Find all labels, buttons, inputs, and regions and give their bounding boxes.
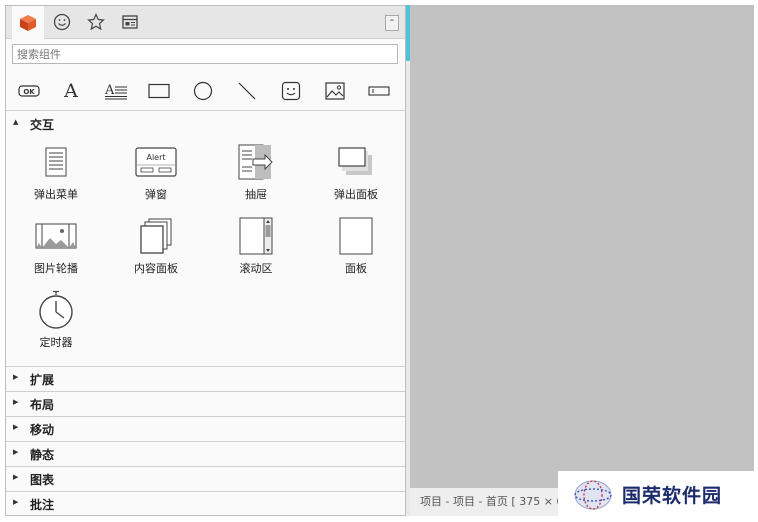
component-label: 抽屉 <box>245 188 267 201</box>
category-layout[interactable]: ▶ 布局 <box>6 392 405 416</box>
smiley-square-icon <box>281 81 301 101</box>
rectangle-tool[interactable] <box>144 72 174 110</box>
category-label: 交互 <box>30 118 55 132</box>
category-chart[interactable]: ▶ 图表 <box>6 467 405 491</box>
alert-component[interactable]: Alert 弹窗 <box>116 140 196 210</box>
cube-icon <box>20 14 36 31</box>
layout-icon <box>122 15 138 29</box>
alert-dialog-icon: Alert <box>135 147 177 177</box>
panel-icon <box>339 217 373 255</box>
scroll-area-icon <box>239 217 273 255</box>
category-label: 静态 <box>30 448 55 462</box>
carousel-component[interactable]: 图片轮播 <box>16 214 96 284</box>
popup-menu-component[interactable]: 弹出菜单 <box>16 140 96 210</box>
input-tool[interactable] <box>364 72 394 110</box>
text-tool[interactable]: A <box>56 72 86 110</box>
text-tool-glyph: A <box>64 80 78 102</box>
divider <box>6 110 405 111</box>
tab-favorites[interactable] <box>80 6 112 38</box>
component-label: 面板 <box>345 262 367 275</box>
smiley-icon <box>53 13 71 31</box>
image-tool[interactable] <box>320 72 350 110</box>
component-label: 弹窗 <box>145 188 167 201</box>
status-text: 项目 - 项目 - 首页 [ 375 × 6 <box>420 495 558 508</box>
status-bar: 项目 - 项目 - 首页 [ 375 × 6 <box>410 488 558 516</box>
circle-icon <box>193 81 213 101</box>
popup-panel-icon <box>338 147 372 175</box>
component-label: 内容面板 <box>134 262 178 275</box>
category-static[interactable]: ▶ 静态 <box>6 442 405 466</box>
watermark: 国荣软件园 <box>558 471 754 518</box>
drawer-component[interactable]: 抽屉 <box>216 140 296 210</box>
tab-components[interactable] <box>12 6 44 39</box>
button-icon: OK <box>18 85 40 97</box>
line-icon <box>238 82 256 100</box>
paragraph-tool[interactable]: A <box>101 72 131 110</box>
category-interaction[interactable]: ▲ 交互 <box>6 112 405 136</box>
component-label: 图片轮播 <box>34 262 78 275</box>
popup-menu-icon <box>45 147 67 177</box>
design-canvas[interactable] <box>410 5 754 488</box>
basic-tool-row: OK A A <box>6 72 405 110</box>
category-annotation[interactable]: ▶ 批注 <box>6 492 405 515</box>
carousel-icon <box>35 223 77 249</box>
image-icon <box>325 82 345 100</box>
caret-right-icon: ▶ <box>13 448 19 456</box>
rectangle-icon <box>148 83 170 99</box>
tab-emoji[interactable] <box>46 6 78 38</box>
panel-component[interactable]: 面板 <box>316 214 396 284</box>
panel-tab-bar: ⌃ <box>6 6 405 39</box>
line-tool[interactable] <box>232 72 262 110</box>
icon-tool[interactable] <box>276 72 306 110</box>
alert-icon-text: Alert <box>146 153 165 162</box>
category-extend[interactable]: ▶ 扩展 <box>6 367 405 391</box>
category-mobile[interactable]: ▶ 移动 <box>6 417 405 441</box>
category-label: 批注 <box>30 498 55 512</box>
caret-right-icon: ▶ <box>13 373 19 381</box>
content-panel-icon <box>140 218 172 254</box>
globe-logo-icon <box>574 479 612 510</box>
star-icon <box>87 13 105 31</box>
category-label: 扩展 <box>30 373 55 387</box>
double-chevron-up-icon: ⌃ <box>388 18 396 27</box>
category-label: 移动 <box>30 423 55 437</box>
caret-right-icon: ▶ <box>13 398 19 406</box>
timer-component[interactable]: 定时器 <box>16 288 96 358</box>
category-label: 图表 <box>30 473 55 487</box>
caret-right-icon: ▶ <box>13 423 19 431</box>
caret-right-icon: ▶ <box>13 498 19 506</box>
search-input[interactable] <box>12 44 398 64</box>
collapse-panel-button[interactable]: ⌃ <box>385 15 399 31</box>
paragraph-icon: A <box>104 83 127 100</box>
component-label: 定时器 <box>39 336 73 349</box>
category-label: 布局 <box>30 398 55 412</box>
drawer-icon <box>238 144 273 180</box>
component-label: 弹出菜单 <box>34 188 78 201</box>
button-tool[interactable]: OK <box>14 72 44 110</box>
popup-panel-component[interactable]: 弹出面板 <box>316 140 396 210</box>
caret-right-icon: ▶ <box>13 473 19 481</box>
component-label: 弹出面板 <box>334 188 378 201</box>
caret-down-icon: ▲ <box>13 118 19 126</box>
scroll-area-component[interactable]: 滚动区 <box>216 214 296 284</box>
component-panel: ⌃ OK A A <box>5 5 406 516</box>
input-field-icon <box>368 86 390 96</box>
button-tool-text: OK <box>23 88 35 96</box>
ellipse-tool[interactable] <box>188 72 218 110</box>
paragraph-tool-text: A <box>104 83 115 98</box>
clock-icon <box>39 290 73 329</box>
tab-masters[interactable] <box>114 6 146 38</box>
component-label: 滚动区 <box>239 262 273 275</box>
watermark-text: 国荣软件园 <box>622 485 723 507</box>
content-panel-component[interactable]: 内容面板 <box>116 214 196 284</box>
